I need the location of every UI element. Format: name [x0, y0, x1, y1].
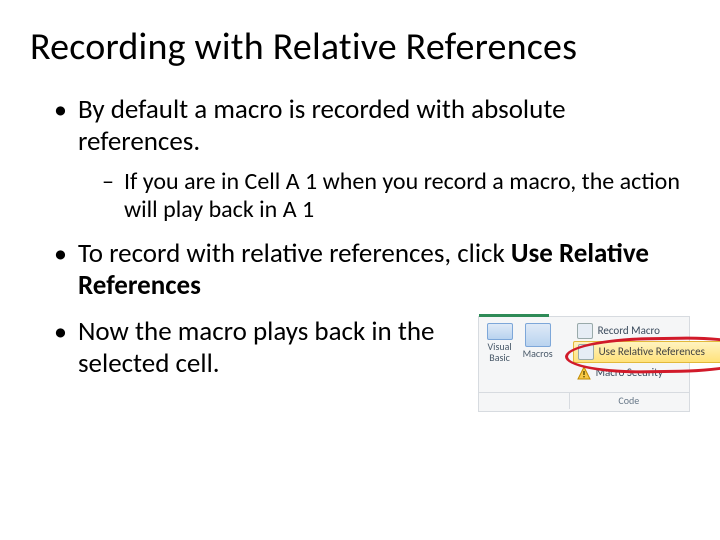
ribbon-snippet: Visual Basic Macros Record Macro	[478, 316, 690, 412]
bullet-3: Now the macro plays back in the selected…	[50, 316, 690, 412]
bullet-1-sublist: If you are in Cell A 1 when you record a…	[100, 168, 690, 225]
bullet-1-sub: If you are in Cell A 1 when you record a…	[100, 168, 690, 225]
bullet-1-sub-text: If you are in Cell A 1 when you record a…	[124, 167, 680, 224]
slide: Recording with Relative References By de…	[0, 0, 720, 540]
macros-label: Macros	[523, 349, 553, 360]
visual-basic-icon	[487, 323, 513, 340]
ribbon-group-spacer	[479, 393, 570, 409]
use-relative-references-icon	[578, 344, 594, 360]
macros-icon	[525, 323, 551, 347]
ribbon-large-buttons: Visual Basic Macros	[485, 323, 553, 363]
visual-basic-button[interactable]: Visual Basic	[485, 323, 515, 363]
record-macro-label: Record Macro	[598, 325, 660, 338]
warning-icon	[577, 366, 591, 380]
record-macro-icon	[577, 323, 593, 339]
ribbon-group-label: Code	[569, 393, 689, 409]
slide-title: Recording with Relative References	[30, 24, 690, 70]
bullet-2: To record with relative references, clic…	[50, 238, 690, 302]
ribbon-small-buttons: Record Macro Use Relative References	[573, 321, 720, 383]
bullet-2-prefix: To record with relative references, clic…	[78, 237, 511, 270]
ribbon-accent	[479, 314, 549, 317]
bullet-1-text: By default a macro is recorded with abso…	[78, 93, 566, 158]
use-relative-references-button[interactable]: Use Relative References	[573, 341, 720, 363]
bullet-3-text: Now the macro plays back in the selected…	[78, 315, 434, 380]
bullet-list: By default a macro is recorded with abso…	[50, 94, 690, 412]
macro-security-button[interactable]: Macro Security	[573, 363, 720, 383]
macro-security-label: Macro Security	[596, 367, 663, 380]
macros-button[interactable]: Macros	[523, 323, 553, 363]
visual-basic-label: Visual Basic	[485, 342, 515, 363]
use-relative-references-label: Use Relative References	[599, 346, 705, 359]
bullet-1: By default a macro is recorded with abso…	[50, 94, 690, 224]
record-macro-button[interactable]: Record Macro	[573, 321, 720, 341]
